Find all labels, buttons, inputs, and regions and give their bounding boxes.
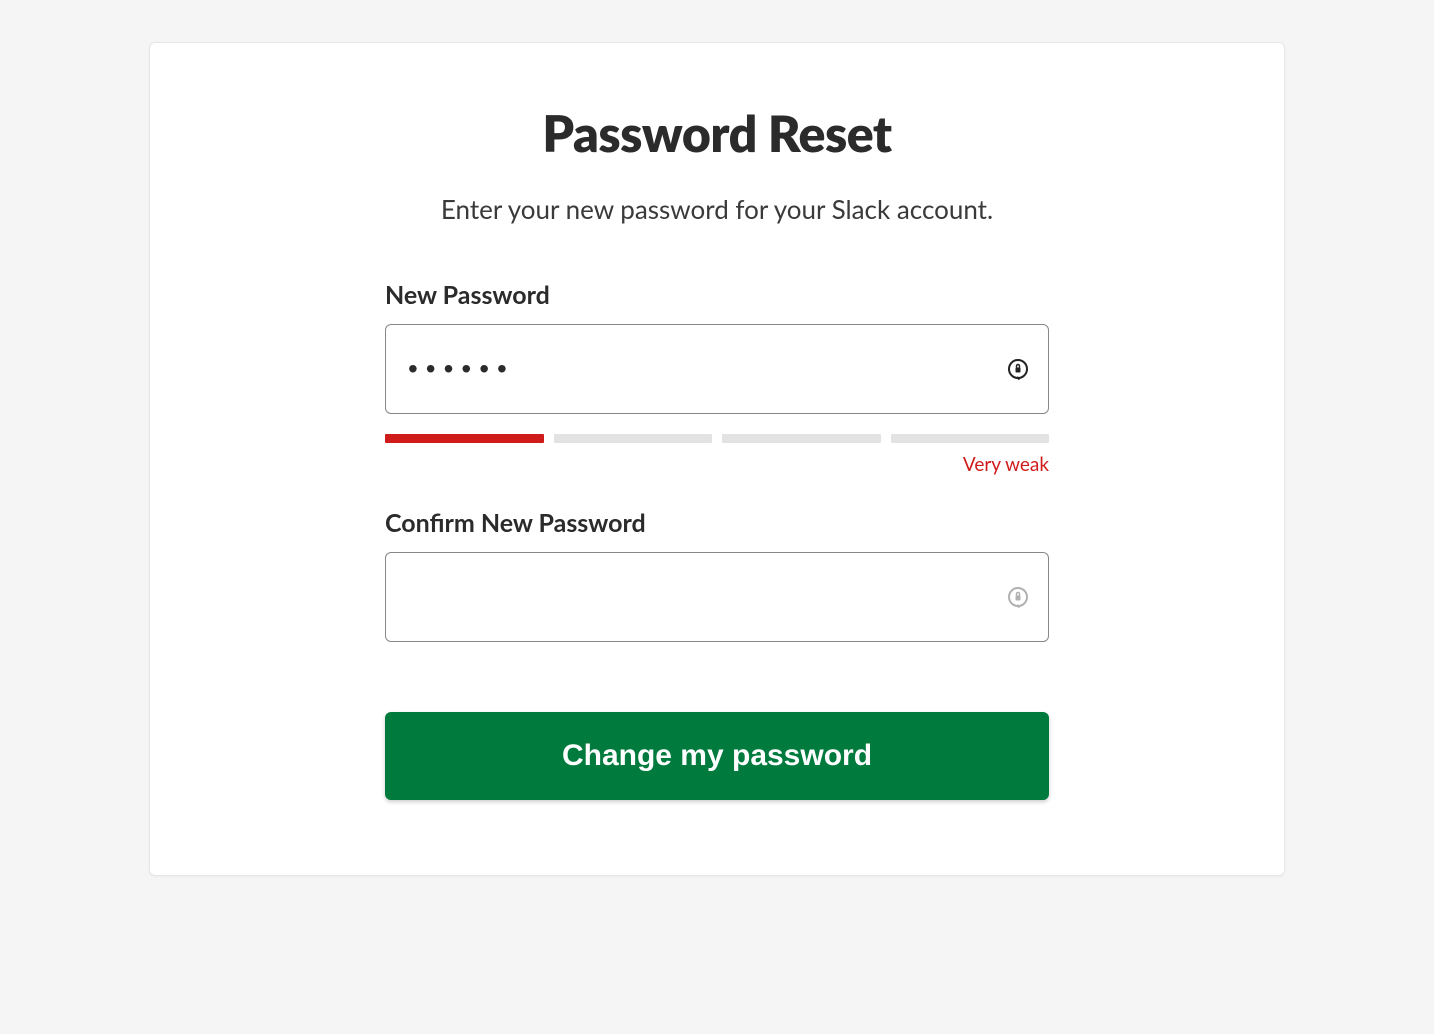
strength-bar-2: [554, 434, 713, 443]
new-password-group: New Password Very weak: [385, 280, 1049, 476]
new-password-input[interactable]: [385, 324, 1049, 414]
password-reset-card: Password Reset Enter your new password f…: [149, 42, 1285, 876]
page-title: Password Reset: [385, 103, 1049, 163]
strength-bar-3: [722, 434, 881, 443]
password-strength-meter: [385, 434, 1049, 443]
subtitle: Enter your new password for your Slack a…: [385, 193, 1049, 225]
password-strength-text: Very weak: [385, 453, 1049, 476]
confirm-password-label: Confirm New Password: [385, 508, 1049, 538]
strength-bar-1: [385, 434, 544, 443]
confirm-password-input-wrap: [385, 552, 1049, 642]
password-manager-icon[interactable]: [1005, 584, 1031, 610]
new-password-label: New Password: [385, 280, 1049, 310]
password-manager-icon[interactable]: [1005, 356, 1031, 382]
strength-bar-4: [891, 434, 1050, 443]
confirm-password-group: Confirm New Password: [385, 508, 1049, 642]
new-password-input-wrap: [385, 324, 1049, 414]
confirm-password-input[interactable]: [385, 552, 1049, 642]
change-password-button[interactable]: Change my password: [385, 712, 1049, 800]
